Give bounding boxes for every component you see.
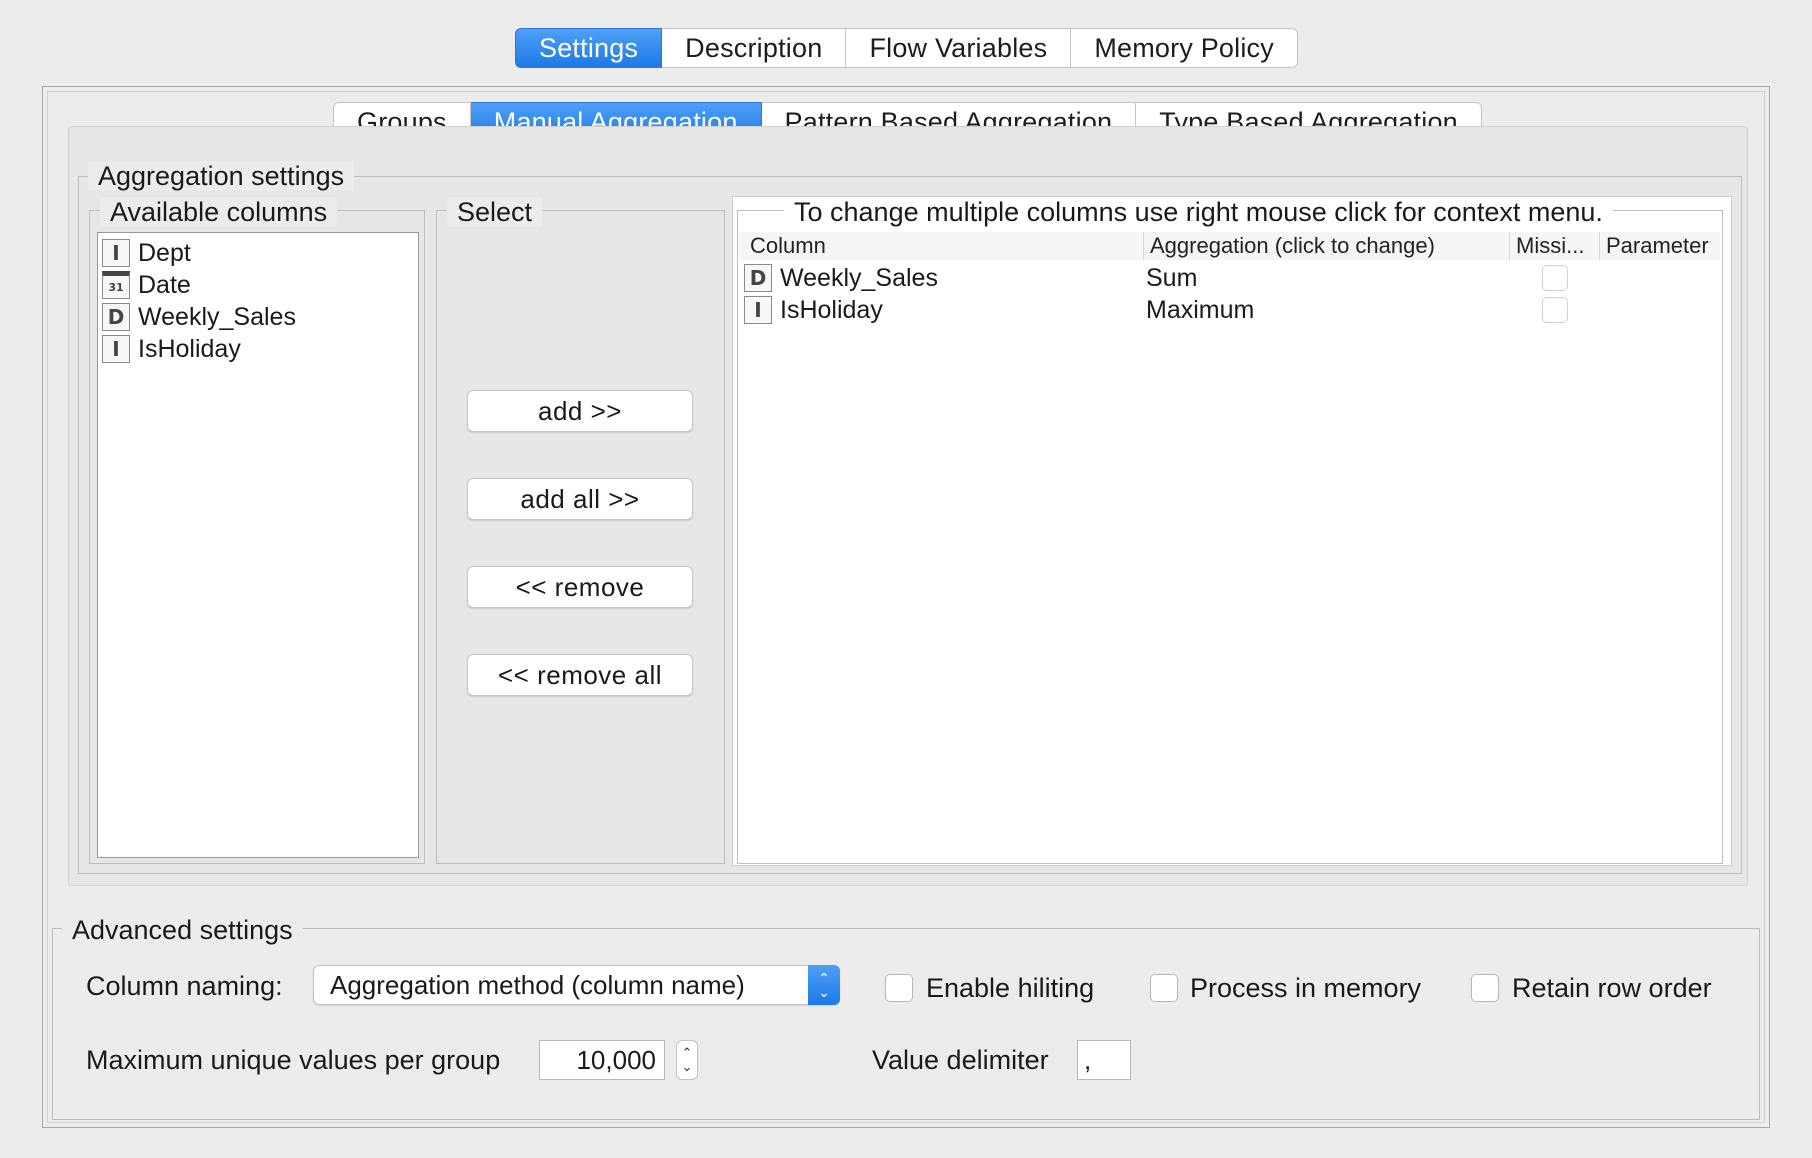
- table-header: Column Aggregation (click to change) Mis…: [740, 232, 1720, 260]
- tab-memory-policy[interactable]: Memory Policy: [1071, 28, 1298, 68]
- column-cell: I IsHoliday: [740, 296, 1144, 325]
- list-item[interactable]: I Dept: [98, 237, 418, 269]
- available-columns-title: Available columns: [100, 197, 338, 227]
- remove-button[interactable]: << remove: [467, 566, 693, 608]
- select-title: Select: [447, 197, 543, 227]
- missing-cell: [1510, 265, 1600, 291]
- chevron-down-icon[interactable]: ⌄: [682, 1060, 693, 1074]
- list-item[interactable]: I IsHoliday: [98, 333, 418, 365]
- aggregation-cell[interactable]: Maximum: [1144, 296, 1510, 325]
- missing-checkbox[interactable]: [1542, 265, 1568, 291]
- process-in-memory-label[interactable]: Process in memory: [1190, 972, 1421, 1004]
- advanced-settings-group: [52, 928, 1760, 1120]
- add-all-button[interactable]: add all >>: [467, 478, 693, 520]
- top-tab-bar: Settings Description Flow Variables Memo…: [515, 28, 1298, 68]
- column-naming-select[interactable]: Aggregation method (column name) ⌃ ⌄: [313, 965, 840, 1005]
- list-item-label: IsHoliday: [138, 334, 241, 363]
- list-item-label: Weekly_Sales: [138, 302, 296, 331]
- retain-row-order-checkbox[interactable]: [1471, 974, 1499, 1002]
- tab-settings[interactable]: Settings: [515, 28, 663, 68]
- integer-type-icon: I: [744, 296, 772, 324]
- list-item-label: Date: [138, 270, 191, 299]
- value-delimiter-label: Value delimiter: [872, 1045, 1049, 1075]
- missing-checkbox[interactable]: [1542, 297, 1568, 323]
- add-button[interactable]: add >>: [467, 390, 693, 432]
- tab-description[interactable]: Description: [662, 28, 847, 68]
- aggregation-settings-title: Aggregation settings: [88, 161, 355, 191]
- column-name: Weekly_Sales: [780, 263, 938, 292]
- select-group: [436, 210, 725, 864]
- integer-type-icon: I: [102, 239, 130, 267]
- enable-hiliting-checkbox[interactable]: [885, 974, 913, 1002]
- column-naming-label: Column naming:: [86, 971, 283, 1001]
- advanced-settings-title: Advanced settings: [62, 915, 303, 945]
- retain-row-order-label[interactable]: Retain row order: [1512, 972, 1712, 1004]
- table-row[interactable]: D Weekly_Sales Sum: [740, 262, 1720, 294]
- list-item[interactable]: D Weekly_Sales: [98, 301, 418, 333]
- value-delimiter-input[interactable]: ,: [1077, 1040, 1131, 1080]
- missing-header[interactable]: Missi...: [1510, 232, 1600, 260]
- table-row[interactable]: I IsHoliday Maximum: [740, 294, 1720, 326]
- integer-type-icon: I: [102, 335, 130, 363]
- double-type-icon: D: [744, 264, 772, 292]
- calendar-type-icon: 31: [102, 271, 130, 299]
- column-cell: D Weekly_Sales: [740, 264, 1144, 293]
- chevron-up-icon[interactable]: ⌃: [682, 1046, 693, 1060]
- aggregation-cell[interactable]: Sum: [1144, 264, 1510, 293]
- column-naming-value: Aggregation method (column name): [330, 970, 745, 1000]
- column-header[interactable]: Column: [740, 232, 1144, 260]
- aggregation-header[interactable]: Aggregation (click to change): [1144, 232, 1510, 260]
- list-item-label: Dept: [138, 238, 191, 267]
- missing-cell: [1510, 297, 1600, 323]
- max-unique-values-input[interactable]: 10,000: [539, 1040, 665, 1080]
- max-unique-values-label: Maximum unique values per group: [86, 1045, 501, 1075]
- available-columns-list[interactable]: I Dept 31 Date D Weekly_Sales I IsHolida…: [97, 232, 419, 858]
- aggregation-table[interactable]: Column Aggregation (click to change) Mis…: [740, 232, 1720, 860]
- aggregation-table-hint: To change multiple columns use right mou…: [784, 197, 1613, 227]
- double-type-icon: D: [102, 303, 130, 331]
- parameter-header[interactable]: Parameter: [1600, 232, 1720, 260]
- remove-all-button[interactable]: << remove all: [467, 654, 693, 696]
- tab-flow-variables[interactable]: Flow Variables: [846, 28, 1072, 68]
- max-unique-values-spinner[interactable]: ⌃ ⌄: [676, 1040, 698, 1080]
- column-name: IsHoliday: [780, 295, 883, 324]
- process-in-memory-checkbox[interactable]: [1150, 974, 1178, 1002]
- chevron-up-down-icon: ⌃ ⌄: [808, 965, 840, 1005]
- enable-hiliting-label[interactable]: Enable hiliting: [926, 972, 1094, 1004]
- list-item[interactable]: 31 Date: [98, 269, 418, 301]
